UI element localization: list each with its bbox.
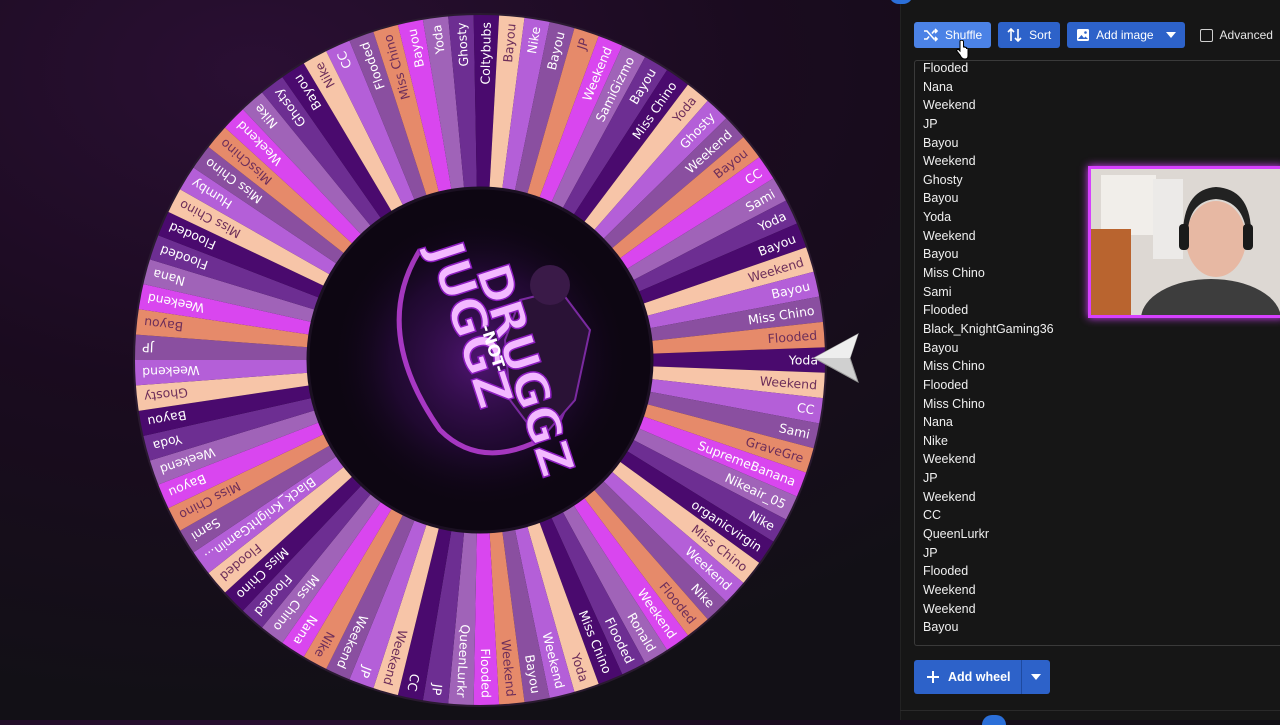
chevron-down-icon: [1030, 674, 1041, 680]
entry-item[interactable]: Flooded: [923, 301, 1054, 320]
entry-item[interactable]: Nana: [923, 413, 1054, 432]
entry-item[interactable]: Weekend: [923, 152, 1054, 171]
entry-item[interactable]: Miss Chino: [923, 264, 1054, 283]
entry-item[interactable]: Weekend: [923, 488, 1054, 507]
wheel-segment-label: CC: [796, 400, 816, 417]
webcam-overlay: [1088, 166, 1280, 318]
entry-item[interactable]: Flooded: [923, 376, 1054, 395]
add-wheel-dropdown[interactable]: [1020, 660, 1050, 694]
entry-item[interactable]: Black_KnightGaming36: [923, 320, 1054, 339]
entry-item[interactable]: Weekend: [923, 227, 1054, 246]
entries-list: Flooded Nana Weekend JP Bayou Weekend Ghosty Ba…: [923, 61, 1054, 637]
entry-item[interactable]: CC: [923, 506, 1054, 525]
mouse-cursor-icon: [955, 40, 969, 60]
entry-item[interactable]: JP: [923, 469, 1054, 488]
entry-item[interactable]: Miss Chino: [923, 357, 1054, 376]
entry-item[interactable]: Weekend: [923, 581, 1054, 600]
entry-item[interactable]: Bayou: [923, 189, 1054, 208]
panel-bottom-edge: [900, 710, 1280, 711]
spinning-wheel[interactable]: YodaWeekendCCSamiGraveGreSupremeBananaNi…: [120, 0, 840, 720]
entry-item[interactable]: Bayou: [923, 245, 1054, 264]
entries-textarea[interactable]: Flooded Nana Weekend JP Bayou Weekend Ghosty Ba…: [914, 60, 1280, 646]
wheel-segment-label: Flooded: [478, 648, 494, 698]
advanced-label: Advanced: [1219, 28, 1273, 42]
entry-item[interactable]: Ghosty: [923, 171, 1054, 190]
entry-item[interactable]: Weekend: [923, 600, 1054, 619]
webcam-image: [1091, 169, 1280, 315]
add-wheel-label: Add wheel: [948, 670, 1011, 684]
entry-item[interactable]: JP: [923, 544, 1054, 563]
shuffle-icon: [924, 28, 939, 42]
panel-top-edge: [889, 0, 1280, 6]
center-logo: JUGGZ -NOT- DRUGGZ: [330, 210, 630, 510]
entry-item[interactable]: Bayou: [923, 134, 1054, 153]
add-wheel-group: Add wheel: [914, 660, 1050, 694]
entry-item[interactable]: Sami: [923, 283, 1054, 302]
add-image-label: Add image: [1096, 28, 1154, 42]
plus-icon: [927, 671, 939, 683]
wheel-segment-label: JP: [142, 340, 155, 355]
entry-item[interactable]: Weekend: [923, 450, 1054, 469]
chevron-down-icon[interactable]: [1165, 32, 1176, 38]
entry-item[interactable]: JP: [923, 115, 1054, 134]
add-image-button[interactable]: Add image: [1067, 22, 1185, 48]
image-icon: [1077, 29, 1090, 41]
wheel-segment-label: Ghosty: [454, 22, 471, 67]
sort-label: Sort: [1029, 28, 1052, 42]
advanced-toggle[interactable]: Advanced: [1199, 28, 1273, 42]
entry-item[interactable]: Bayou: [923, 339, 1054, 358]
entry-item[interactable]: Nana: [923, 78, 1054, 97]
entry-item[interactable]: Yoda: [923, 208, 1054, 227]
add-wheel-button[interactable]: Add wheel: [914, 660, 1021, 694]
entry-item[interactable]: Nike: [923, 432, 1054, 451]
entry-item[interactable]: Miss Chino: [923, 395, 1054, 414]
entry-item[interactable]: QueenLurkr: [923, 525, 1054, 544]
shuffle-button[interactable]: Shuffle: [914, 22, 992, 48]
advanced-checkbox[interactable]: [1199, 28, 1213, 42]
sort-button[interactable]: Sort: [998, 22, 1061, 48]
wheel-segment-label: Weekend: [142, 363, 200, 380]
wheel-pointer-icon: [812, 332, 859, 384]
wheel-area: Yoda Weekend CC Sami GraveGre SupremeBanana Ni…: [0, 0, 900, 720]
entry-item[interactable]: Bayou: [923, 618, 1054, 637]
bottom-indicator: [982, 715, 1006, 725]
entry-item[interactable]: Weekend: [923, 96, 1054, 115]
wheel-segment-label: JP: [429, 682, 446, 697]
sort-icon: [1007, 28, 1022, 42]
entry-item[interactable]: Flooded: [923, 562, 1054, 581]
entry-item[interactable]: Flooded: [923, 61, 1054, 78]
wheel-segment-label: Coltybubs: [478, 22, 494, 85]
